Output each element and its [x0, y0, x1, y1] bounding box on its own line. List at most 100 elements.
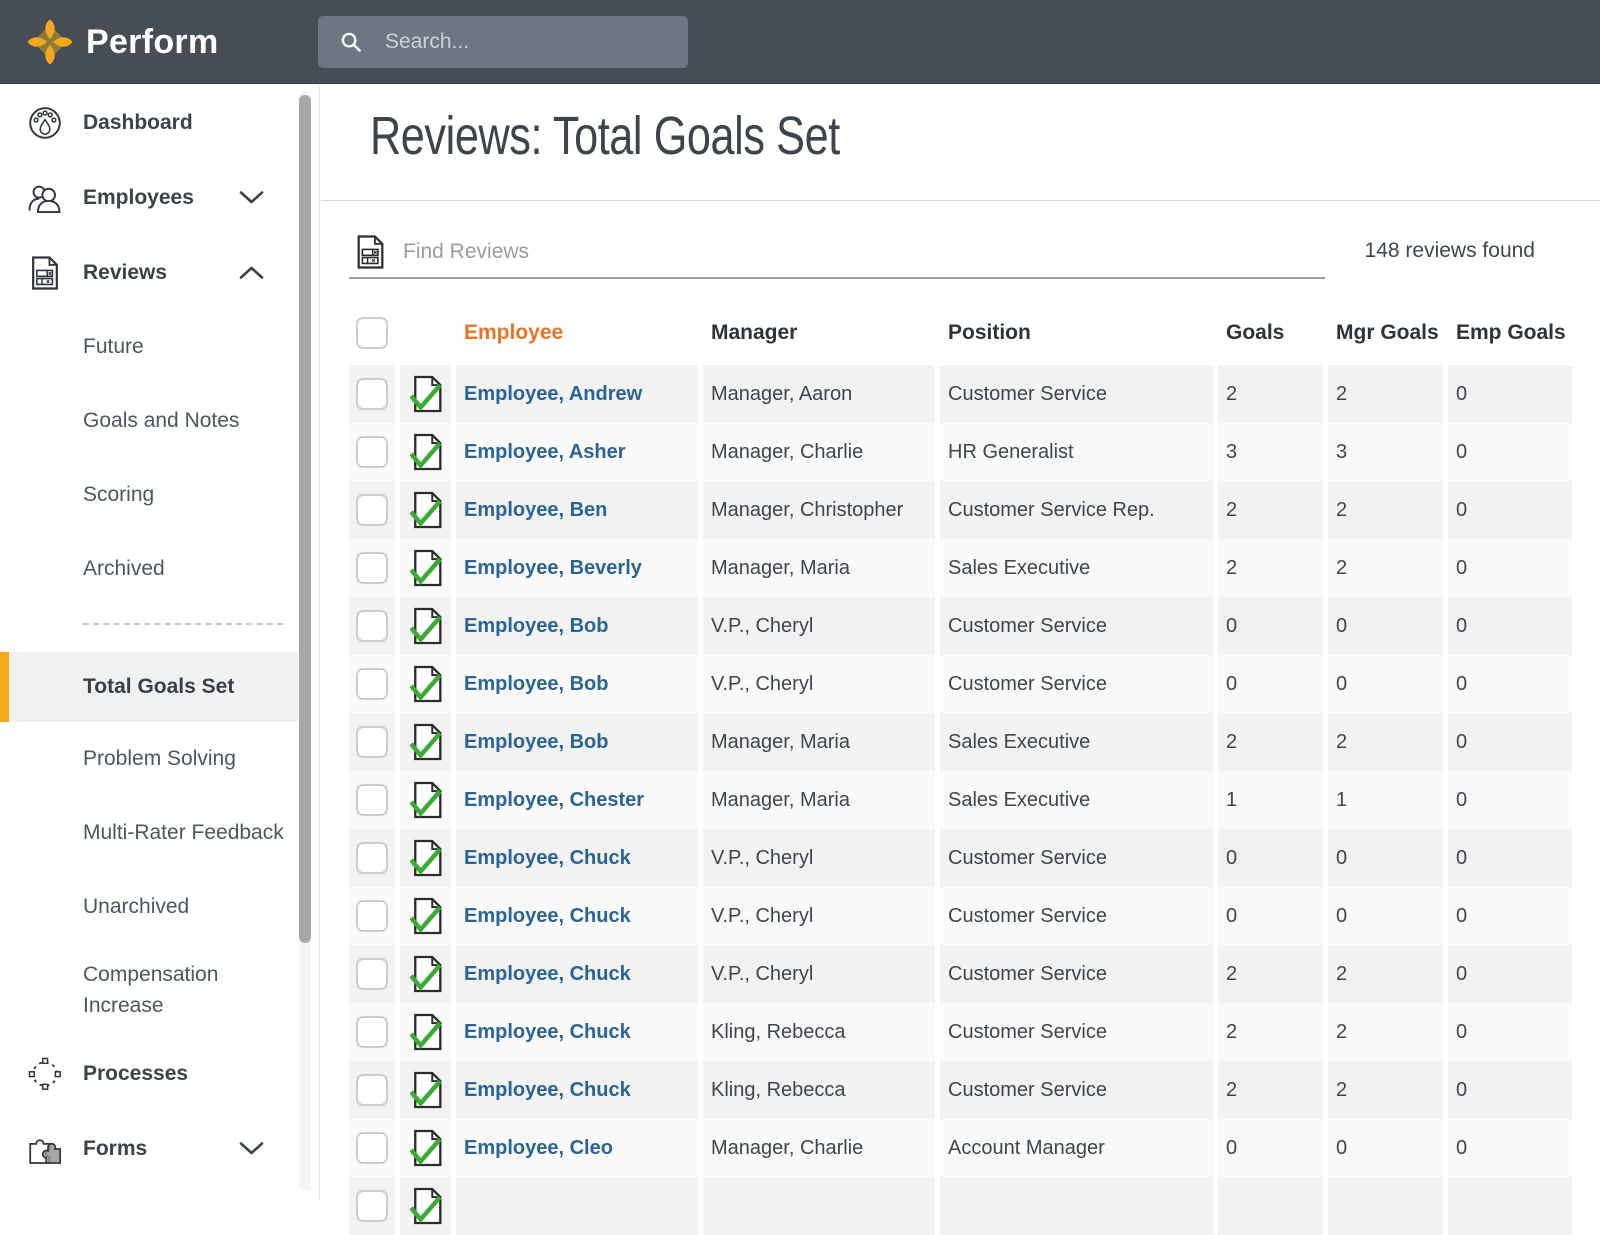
column-header-manager[interactable]: Manager — [703, 321, 935, 345]
row-checkbox[interactable] — [356, 842, 388, 874]
employee-link[interactable]: Employee, Chuck — [456, 887, 698, 945]
review-doc-check-icon[interactable] — [409, 781, 443, 819]
employee-link[interactable]: Employee, Bob — [456, 655, 698, 713]
chevron-down-icon[interactable] — [239, 1141, 264, 1156]
employee-link[interactable]: Employee, Bob — [456, 597, 698, 655]
sidebar-item-label: Total Goals Set — [83, 675, 235, 699]
review-doc-check-icon[interactable] — [409, 1013, 443, 1051]
review-doc-check-icon[interactable] — [409, 839, 443, 877]
cell-mgr-goals: 3 — [1328, 423, 1443, 481]
cell-goals: 2 — [1218, 945, 1323, 1003]
sidebar-item-problem-solving[interactable]: Problem Solving — [0, 722, 298, 796]
sidebar-item-forms[interactable]: Forms — [0, 1111, 298, 1186]
row-checkbox[interactable] — [356, 1074, 388, 1106]
employee-link[interactable]: Employee, Chuck — [456, 829, 698, 887]
employee-link[interactable]: Employee, Cleo — [456, 1119, 698, 1177]
row-checkbox[interactable] — [356, 784, 388, 816]
employee-link[interactable]: Employee, Asher — [456, 423, 698, 481]
review-doc-check-icon[interactable] — [409, 955, 443, 993]
sidebar-item-compensation-increase[interactable]: Compensation Increase — [0, 944, 298, 1036]
sidebar-item-label: Compensation Increase — [83, 962, 219, 1018]
sidebar-item-processes[interactable]: Processes — [0, 1036, 298, 1111]
find-reviews-input[interactable] — [401, 233, 1301, 271]
sidebar-item-total-goals-set[interactable]: Total Goals Set — [0, 652, 298, 722]
review-doc-check-icon[interactable] — [409, 607, 443, 645]
chevron-up-icon[interactable] — [239, 265, 264, 280]
sidebar-item-future[interactable]: Future — [0, 310, 298, 384]
cell-position: Customer Service — [940, 829, 1213, 887]
cell-mgr-goals: 2 — [1328, 945, 1443, 1003]
row-checkbox[interactable] — [356, 494, 388, 526]
employee-link[interactable] — [456, 1177, 698, 1235]
row-checkbox[interactable] — [356, 668, 388, 700]
row-review-cell — [400, 1119, 451, 1177]
sidebar-item-multi-rater-feedback[interactable]: Multi-Rater Feedback — [0, 796, 298, 870]
sidebar-item-scoring[interactable]: Scoring — [0, 458, 298, 532]
employee-link[interactable]: Employee, Chuck — [456, 1003, 698, 1061]
employee-link[interactable]: Employee, Chester — [456, 771, 698, 829]
column-header-goals[interactable]: Goals — [1218, 321, 1323, 345]
row-checkbox[interactable] — [356, 900, 388, 932]
chevron-down-icon[interactable] — [239, 190, 264, 205]
row-checkbox[interactable] — [356, 958, 388, 990]
cell-goals: 2 — [1218, 539, 1323, 597]
row-checkbox[interactable] — [356, 1190, 388, 1222]
employee-link[interactable]: Employee, Ben — [456, 481, 698, 539]
row-select-cell — [349, 771, 395, 829]
find-reviews-underline — [349, 277, 1325, 279]
employee-link[interactable]: Employee, Chuck — [456, 945, 698, 1003]
employee-link[interactable]: Employee, Andrew — [456, 365, 698, 423]
brand-name: Perform — [86, 22, 219, 61]
review-doc-check-icon[interactable] — [409, 723, 443, 761]
cell-manager: Manager, Christopher — [703, 481, 935, 539]
column-header-employee[interactable]: Employee — [456, 321, 698, 345]
sidebar-item-reviews[interactable]: Reviews — [0, 235, 298, 310]
cell-manager: Kling, Rebecca — [703, 1061, 935, 1119]
cell-goals: 0 — [1218, 597, 1323, 655]
row-select-cell — [349, 713, 395, 771]
select-all-checkbox[interactable] — [356, 316, 388, 349]
search-input[interactable] — [383, 29, 674, 55]
row-checkbox[interactable] — [356, 378, 388, 410]
review-doc-check-icon[interactable] — [409, 1129, 443, 1167]
reviews-icon — [28, 256, 62, 290]
review-doc-check-icon[interactable] — [409, 433, 443, 471]
review-doc-check-icon[interactable] — [409, 665, 443, 703]
cell-position: Account Manager — [940, 1119, 1213, 1177]
row-checkbox[interactable] — [356, 1132, 388, 1164]
row-checkbox[interactable] — [356, 552, 388, 584]
employee-link[interactable]: Employee, Beverly — [456, 539, 698, 597]
row-checkbox[interactable] — [356, 436, 388, 468]
row-review-cell — [400, 771, 451, 829]
review-doc-check-icon[interactable] — [409, 375, 443, 413]
cell-manager: Manager, Maria — [703, 713, 935, 771]
table-row: Employee, Chuck Kling, Rebecca Customer Se… — [349, 1061, 1572, 1119]
column-header-emp-goals[interactable]: Emp Goals — [1448, 321, 1572, 345]
employee-link[interactable]: Employee, Chuck — [456, 1061, 698, 1119]
sidebar-scrollbar-thumb[interactable] — [299, 95, 311, 943]
column-header-mgr-goals[interactable]: Mgr Goals — [1328, 321, 1443, 345]
employee-link[interactable]: Employee, Bob — [456, 713, 698, 771]
sidebar-item-archived[interactable]: Archived — [0, 532, 298, 606]
row-checkbox[interactable] — [356, 610, 388, 642]
row-checkbox[interactable] — [356, 726, 388, 758]
sidebar-item-unarchived[interactable]: Unarchived — [0, 870, 298, 944]
cell-position: Customer Service — [940, 945, 1213, 1003]
review-doc-check-icon[interactable] — [409, 549, 443, 587]
sidebar-item-employees[interactable]: Employees — [0, 160, 298, 235]
column-header-position[interactable]: Position — [940, 321, 1213, 345]
find-reviews-bar: 148 reviews found — [321, 225, 1600, 285]
sidebar-item-dashboard[interactable]: Dashboard — [0, 85, 298, 160]
review-doc-check-icon[interactable] — [409, 1071, 443, 1109]
cell-position: Customer Service — [940, 1061, 1213, 1119]
global-search[interactable] — [318, 16, 688, 68]
row-select-cell — [349, 945, 395, 1003]
review-doc-check-icon[interactable] — [409, 491, 443, 529]
sidebar-item-goals-and-notes[interactable]: Goals and Notes — [0, 384, 298, 458]
cell-manager: V.P., Cheryl — [703, 887, 935, 945]
table-row: Employee, Bob V.P., Cheryl Customer Servic… — [349, 655, 1572, 713]
review-doc-check-icon[interactable] — [409, 1187, 443, 1225]
row-checkbox[interactable] — [356, 1016, 388, 1048]
review-doc-check-icon[interactable] — [409, 897, 443, 935]
row-select-cell — [349, 597, 395, 655]
